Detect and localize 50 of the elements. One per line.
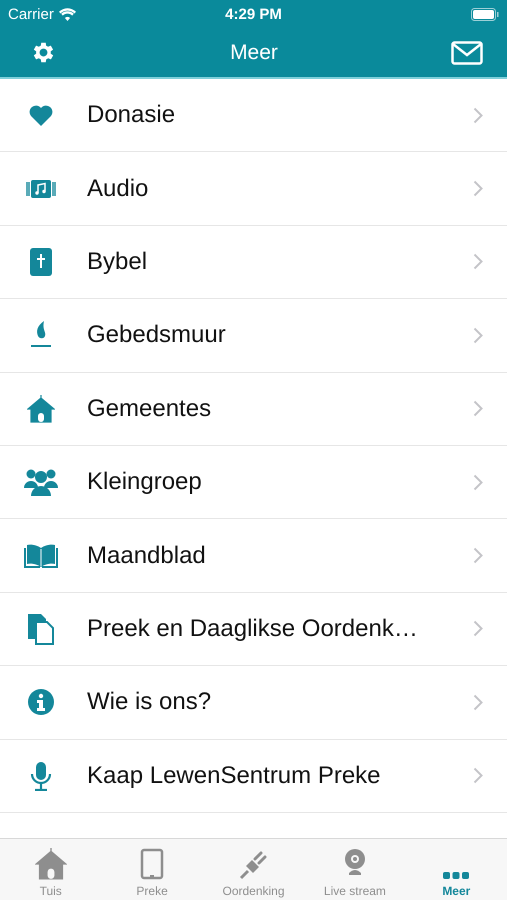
menu-item-label: Wie is ons? [87,688,212,716]
menu-item[interactable]: Maandblad [0,519,507,593]
bible-icon [28,246,52,277]
church-icon [26,394,54,423]
church-icon [34,848,67,880]
menu-item-label: Donasie [87,101,176,130]
menu-item-label: Preek en Daaglikse Oordenk… [87,614,419,643]
menu-item-label: Kleingroep [87,468,203,496]
menu-item[interactable]: Bybel [0,226,507,300]
more-icon [443,872,470,880]
music-note-icon [26,178,56,199]
menu-item[interactable]: Gemeentes [0,372,507,446]
tablet-icon [140,848,164,880]
chevron-icon [473,326,483,344]
menu-item[interactable]: Wie is ons? [0,666,507,740]
menu-item-label: Bybel [87,248,148,276]
info-icon [26,688,54,716]
chevron-icon [473,767,483,784]
menu-item[interactable]: Kaap LewenSentrum Preke [0,740,507,813]
open-book-icon [24,542,58,569]
chevron-icon [473,620,483,638]
chevron-icon [473,106,483,124]
battery-icon [470,8,499,20]
chevron-icon [473,474,483,491]
menu-item[interactable]: Gebedsmuur [0,299,507,373]
status-time: 4:29 PM [225,6,282,22]
menu-item[interactable]: Kleingroep [0,446,507,520]
chevron-icon [473,547,483,564]
menu-item[interactable]: Donasie [0,79,507,152]
chevron-icon [473,694,483,711]
tab-item[interactable]: Meer [406,839,507,900]
menu-item-label: Gemeentes [87,394,212,423]
menu-item-label: Audio [87,174,150,203]
chevron-icon [473,253,483,270]
mail-icon [450,40,483,64]
wifi-icon [58,8,76,20]
documents-icon [26,612,54,645]
heart-icon [28,104,52,126]
carrier-name: Carrier [8,6,54,22]
chevron-icon [473,400,483,418]
microphone-icon [30,760,52,791]
mail-button[interactable] [450,40,483,64]
menu-item-label: Kaap LewenSentrum Preke [87,762,382,790]
chevron-icon [473,180,483,198]
group-icon [24,468,58,496]
menu-item-label: Maandblad [87,542,207,570]
menu-item-label: Gebedsmuur [87,321,227,350]
menu-item[interactable]: Audio [0,152,507,226]
menu-item[interactable]: Preek en Daaglikse Oordenk… [0,592,507,666]
page-title: Meer [230,40,278,64]
